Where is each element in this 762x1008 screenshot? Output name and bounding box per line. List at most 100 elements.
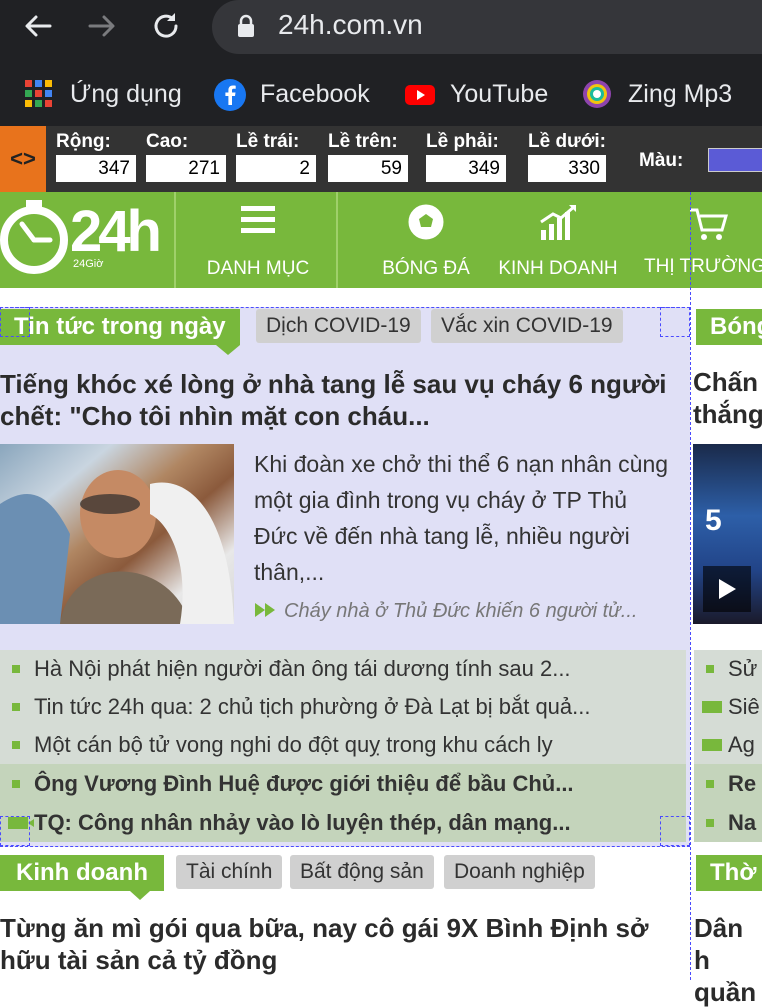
video-camera-icon — [702, 701, 722, 713]
nav-label: THỊ TRƯỜNG — [644, 256, 762, 277]
bookmark-label: YouTube — [450, 79, 549, 108]
right-headline-line: quần — [694, 977, 757, 1007]
width-input[interactable]: 347 — [56, 155, 136, 182]
bookmark-facebook[interactable]: Facebook — [214, 74, 370, 114]
tab-tin-tuc-trong-ngay[interactable]: Tin tức trong ngày — [0, 309, 240, 345]
list-item[interactable]: Ông Vương Đình Huệ được giới thiệu để bầ… — [0, 764, 686, 804]
video-play-icon[interactable] — [703, 566, 751, 612]
list-item[interactable]: Hà Nội phát hiện người đàn ông tái dương… — [0, 650, 686, 688]
tab-tai-chinh[interactable]: Tài chính — [176, 855, 283, 889]
list-item-text[interactable]: Tin tức 24h qua: 2 chủ tịch phường ở Đà … — [34, 694, 591, 720]
width-label: Rộng: — [56, 131, 111, 152]
list-item-text[interactable]: Re — [728, 771, 756, 797]
ruler-handle[interactable] — [660, 816, 690, 846]
height-input[interactable]: 271 — [146, 155, 226, 182]
nav-kinh-doanh[interactable]: KINH DOANH — [492, 192, 624, 288]
list-item[interactable]: Một cán bộ tử vong nghi do đột quỵ trong… — [0, 726, 686, 764]
youtube-icon — [404, 79, 435, 109]
reload-icon[interactable] — [148, 8, 184, 44]
list-item[interactable]: Siê — [694, 688, 762, 726]
list-item-text[interactable]: TQ: Công nhân nhảy vào lò luyện thép, dâ… — [34, 810, 571, 836]
list-item[interactable]: Re — [694, 764, 762, 804]
list-item[interactable]: TQ: Công nhân nhảy vào lò luyện thép, dâ… — [0, 804, 686, 842]
list-item[interactable]: Ag — [694, 726, 762, 764]
bottom-margin-label: Lề dưới: — [528, 131, 606, 152]
bookmark-apps[interactable]: Ứng dụng — [24, 74, 182, 114]
nav-thi-truong[interactable]: THỊ TRƯỜNG — [640, 192, 762, 288]
tab-thoi-trang[interactable]: Thờ — [696, 855, 762, 891]
nav-bong-da[interactable]: BÓNG ĐÁ — [370, 192, 482, 288]
ruler-handle[interactable] — [0, 307, 30, 337]
business-headline[interactable]: Từng ăn mì gói qua bữa, nay cô gái 9X Bì… — [0, 912, 680, 976]
apps-grid-icon — [24, 79, 54, 109]
news-thumbnail[interactable] — [0, 444, 234, 624]
tab-doanh-nghiep[interactable]: Doanh nghiệp — [444, 855, 595, 889]
jersey-number: 5 — [705, 504, 722, 537]
menu-icon — [190, 204, 326, 242]
right-thumbnail[interactable]: 5 — [693, 444, 762, 624]
bullet-icon — [706, 665, 714, 673]
bookmark-label: Facebook — [260, 79, 370, 108]
logo-subtext: 24Giờ — [73, 258, 104, 270]
tab-bong-da[interactable]: Bóng — [696, 309, 762, 345]
list-item-text[interactable]: Một cán bộ tử vong nghi do đột quỵ trong… — [34, 732, 553, 758]
tab-dich-covid[interactable]: Dịch COVID-19 — [256, 309, 421, 343]
url-text[interactable]: 24h.com.vn — [278, 9, 423, 41]
list-item-text[interactable]: Siê — [728, 694, 760, 720]
list-item[interactable]: Na — [694, 804, 762, 842]
nav-label: DANH MỤC — [206, 258, 310, 279]
left-margin-input[interactable]: 2 — [236, 155, 316, 182]
nav-label: BÓNG ĐÁ — [382, 258, 470, 279]
right-headline[interactable]: Chấn thắng — [693, 366, 762, 430]
list-item-text[interactable]: Ag — [728, 732, 755, 758]
news-summary: Khi đoàn xe chở thi thể 6 nạn nhân cùng … — [254, 451, 669, 585]
tab-kinh-doanh[interactable]: Kinh doanh — [0, 855, 164, 891]
bullet-icon — [12, 665, 20, 673]
nav-danh-muc[interactable]: DANH MỤC — [190, 192, 326, 288]
nav-divider — [174, 192, 176, 288]
bookmark-label: Ứng dụng — [70, 79, 182, 108]
back-arrow-icon[interactable] — [20, 8, 56, 44]
list-item[interactable]: Sử — [694, 650, 762, 688]
bookmark-zing-mp3[interactable]: Zing Mp3 — [582, 74, 732, 114]
logo-text: 24h — [70, 199, 162, 264]
right-bottom-headline[interactable]: Dân h quần — [694, 912, 762, 1008]
tab-bat-dong-san[interactable]: Bất động sản — [290, 855, 434, 889]
ruler-handle[interactable] — [660, 307, 690, 337]
main-headline[interactable]: Tiếng khóc xé lòng ở nhà tang lễ sau vụ … — [0, 368, 680, 432]
ruler-handle[interactable] — [0, 816, 30, 846]
tab-pointer — [216, 345, 240, 355]
list-item-text[interactable]: Ông Vương Đình Huệ được giới thiệu để bầ… — [34, 771, 574, 797]
color-picker[interactable] — [708, 148, 762, 172]
right-headline-line: thắng — [693, 399, 762, 429]
related-link[interactable]: Cháy nhà ở Thủ Đức khiến 6 người tử... — [254, 598, 674, 624]
shopping-cart-icon — [688, 206, 762, 248]
bullet-icon — [706, 819, 714, 827]
bullet-icon — [12, 703, 20, 711]
bullet-icon — [12, 780, 20, 788]
forward-arrow-icon[interactable] — [84, 8, 120, 44]
bottom-margin-input[interactable]: 330 — [528, 155, 606, 182]
right-headline-line: Chấn — [693, 367, 758, 397]
right-news-list: Sử Siê Ag Re Na — [694, 650, 762, 842]
bookmark-youtube[interactable]: YouTube — [404, 74, 548, 114]
list-item-text[interactable]: Na — [728, 810, 756, 836]
ruler-guide-bottom — [0, 846, 690, 847]
tab-vac-xin-covid[interactable]: Vắc xin COVID-19 — [431, 309, 623, 343]
nav-label: KINH DOANH — [498, 258, 618, 279]
bookmark-label: Zing Mp3 — [628, 79, 733, 108]
tab-pointer — [130, 891, 150, 900]
soccer-ball-icon — [370, 202, 482, 248]
top-margin-label: Lề trên: — [328, 131, 398, 152]
lock-icon[interactable] — [236, 14, 256, 43]
facebook-icon — [214, 79, 246, 111]
bullet-icon — [12, 741, 20, 749]
top-margin-input[interactable]: 59 — [328, 155, 408, 182]
ruler-toggle-button[interactable]: <> — [0, 126, 46, 192]
ruler-guide-top — [0, 307, 690, 308]
right-margin-input[interactable]: 349 — [426, 155, 506, 182]
list-item-text[interactable]: Sử — [728, 656, 757, 682]
zing-mp3-icon — [582, 79, 612, 109]
list-item[interactable]: Tin tức 24h qua: 2 chủ tịch phường ở Đà … — [0, 688, 686, 726]
list-item-text[interactable]: Hà Nội phát hiện người đàn ông tái dương… — [34, 656, 571, 682]
